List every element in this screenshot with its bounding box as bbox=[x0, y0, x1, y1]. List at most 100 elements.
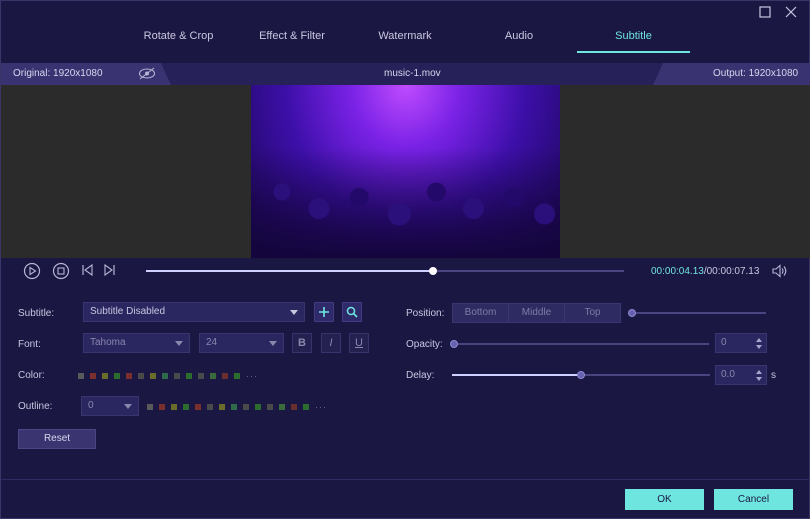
spin-up-icon[interactable] bbox=[756, 338, 762, 342]
outline-color-swatch[interactable] bbox=[267, 404, 273, 411]
outline-color-swatch[interactable] bbox=[207, 404, 213, 411]
position-top-button[interactable]: Top bbox=[564, 303, 621, 323]
seek-progress bbox=[146, 270, 433, 272]
total-time: /00:00:07.13 bbox=[703, 266, 760, 277]
position-middle-button[interactable]: Middle bbox=[508, 303, 565, 323]
eye-icon[interactable] bbox=[138, 67, 156, 83]
info-bar: Original: 1920x1080 music-1.mov Output: … bbox=[1, 63, 810, 85]
color-swatch[interactable] bbox=[186, 373, 192, 380]
color-swatch[interactable] bbox=[234, 373, 240, 380]
font-size-select[interactable]: 24 bbox=[199, 333, 284, 353]
seek-handle[interactable] bbox=[428, 267, 437, 275]
spin-down-icon[interactable] bbox=[756, 377, 762, 381]
search-icon bbox=[346, 306, 358, 318]
search-subtitle-button[interactable] bbox=[342, 302, 362, 322]
opacity-value: 0 bbox=[721, 337, 727, 348]
color-swatch[interactable] bbox=[150, 373, 156, 380]
previous-frame-icon[interactable] bbox=[81, 263, 95, 279]
tab-audio[interactable]: Audio bbox=[471, 21, 567, 53]
subtitle-select-value: Subtitle Disabled bbox=[90, 306, 166, 317]
opacity-label: Opacity: bbox=[406, 339, 443, 350]
file-name: music-1.mov bbox=[384, 68, 441, 79]
chevron-down-icon bbox=[124, 404, 132, 409]
outline-label: Outline: bbox=[18, 401, 53, 412]
tab-watermark[interactable]: Watermark bbox=[359, 21, 451, 53]
reset-button[interactable]: Reset bbox=[18, 429, 96, 449]
tab-rotate-crop[interactable]: Rotate & Crop bbox=[131, 21, 226, 53]
maximize-icon[interactable] bbox=[758, 5, 772, 19]
more-colors-icon[interactable]: ··· bbox=[246, 371, 258, 381]
delay-unit: s bbox=[771, 370, 776, 381]
delay-spinbox[interactable]: 0.0 bbox=[715, 365, 767, 385]
spin-down-icon[interactable] bbox=[756, 345, 762, 349]
outline-color-swatch[interactable] bbox=[183, 404, 189, 411]
cancel-button[interactable]: Cancel bbox=[714, 489, 793, 510]
bold-button[interactable]: B bbox=[292, 333, 312, 353]
opacity-spinbox[interactable]: 0 bbox=[715, 333, 767, 353]
original-resolution: Original: 1920x1080 bbox=[13, 68, 103, 79]
time-display: 00:00:04.13/00:00:07.13 bbox=[651, 266, 759, 277]
color-swatch[interactable] bbox=[126, 373, 132, 380]
add-subtitle-button[interactable] bbox=[314, 302, 334, 322]
outline-color-swatch[interactable] bbox=[279, 404, 285, 411]
color-swatch[interactable] bbox=[198, 373, 204, 380]
chevron-down-icon bbox=[290, 310, 298, 315]
concert-crowd-image bbox=[251, 148, 560, 258]
tab-effect-filter[interactable]: Effect & Filter bbox=[246, 21, 338, 53]
outline-value: 0 bbox=[88, 400, 94, 411]
underline-button[interactable]: U bbox=[349, 333, 369, 353]
color-swatch[interactable] bbox=[222, 373, 228, 380]
outline-color-swatch[interactable] bbox=[231, 404, 237, 411]
outline-color-swatch[interactable] bbox=[147, 404, 153, 411]
outline-color-swatch[interactable] bbox=[255, 404, 261, 411]
current-time: 00:00:04.13 bbox=[651, 266, 704, 277]
position-slider[interactable] bbox=[628, 309, 766, 317]
color-label: Color: bbox=[18, 370, 45, 381]
plus-icon bbox=[319, 307, 329, 317]
outline-color-swatch[interactable] bbox=[195, 404, 201, 411]
subtitle-editor-window: Rotate & Crop Effect & Filter Watermark … bbox=[0, 0, 810, 519]
italic-button[interactable]: I bbox=[321, 333, 341, 353]
color-swatch[interactable] bbox=[90, 373, 96, 380]
outline-select[interactable]: 0 bbox=[81, 396, 139, 416]
play-icon[interactable] bbox=[23, 262, 41, 283]
close-icon[interactable] bbox=[784, 5, 798, 19]
ok-button[interactable]: OK bbox=[625, 489, 704, 510]
seek-bar[interactable] bbox=[146, 267, 624, 275]
outline-color-swatch[interactable] bbox=[159, 404, 165, 411]
outline-swatches: ··· bbox=[147, 401, 327, 412]
color-swatch[interactable] bbox=[138, 373, 144, 380]
delay-slider-handle[interactable] bbox=[577, 371, 585, 379]
outline-color-swatch[interactable] bbox=[303, 404, 309, 411]
next-frame-icon[interactable] bbox=[102, 263, 116, 279]
color-swatch[interactable] bbox=[114, 373, 120, 380]
stop-icon[interactable] bbox=[52, 262, 70, 283]
video-preview-area bbox=[1, 85, 810, 258]
color-swatch[interactable] bbox=[162, 373, 168, 380]
delay-value: 0.0 bbox=[721, 369, 735, 380]
font-family-select[interactable]: Tahoma bbox=[83, 333, 190, 353]
chevron-down-icon bbox=[175, 341, 183, 346]
outline-color-swatch[interactable] bbox=[291, 404, 297, 411]
spin-up-icon[interactable] bbox=[756, 370, 762, 374]
output-resolution: Output: 1920x1080 bbox=[713, 68, 799, 79]
outline-color-swatch[interactable] bbox=[243, 404, 249, 411]
color-swatch[interactable] bbox=[174, 373, 180, 380]
subtitle-select[interactable]: Subtitle Disabled bbox=[83, 302, 305, 322]
more-colors-icon[interactable]: ··· bbox=[315, 402, 327, 412]
tab-subtitle[interactable]: Subtitle bbox=[577, 21, 690, 53]
color-swatch[interactable] bbox=[210, 373, 216, 380]
font-label: Font: bbox=[18, 339, 41, 350]
subtitle-label: Subtitle: bbox=[18, 308, 55, 319]
color-swatch[interactable] bbox=[102, 373, 108, 380]
delay-slider[interactable] bbox=[452, 371, 710, 379]
outline-color-swatch[interactable] bbox=[171, 404, 177, 411]
color-swatch[interactable] bbox=[78, 373, 84, 380]
outline-color-swatch[interactable] bbox=[219, 404, 225, 411]
position-slider-handle[interactable] bbox=[628, 309, 636, 317]
volume-icon[interactable] bbox=[772, 264, 788, 281]
opacity-slider-handle[interactable] bbox=[450, 340, 458, 348]
tab-bar: Rotate & Crop Effect & Filter Watermark … bbox=[1, 21, 810, 55]
opacity-slider[interactable] bbox=[450, 340, 709, 348]
position-bottom-button[interactable]: Bottom bbox=[452, 303, 509, 323]
